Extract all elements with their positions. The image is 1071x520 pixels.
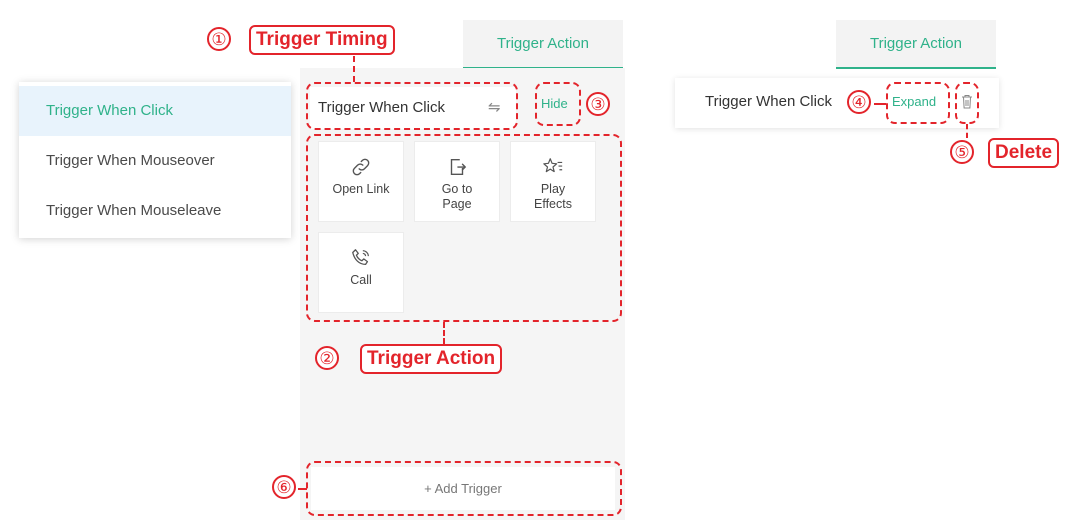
- callout-number-6: ⑥: [272, 475, 296, 499]
- callout-connector: [353, 56, 355, 82]
- callout-connector: [443, 322, 445, 344]
- menu-item-trigger-when-mouseover[interactable]: Trigger When Mouseover: [19, 136, 291, 186]
- callout-number-5: ⑤: [950, 140, 974, 164]
- highlight-add-trigger: [306, 461, 622, 516]
- callout-number-1: ①: [207, 27, 231, 51]
- callout-connector: [966, 124, 968, 138]
- highlight-hide: [535, 82, 581, 126]
- highlight-trigger-actions: [306, 134, 622, 322]
- highlight-delete: [955, 82, 979, 124]
- callout-trigger-action: Trigger Action: [360, 344, 503, 374]
- callout-number-3: ③: [586, 92, 610, 116]
- menu-item-trigger-when-click[interactable]: Trigger When Click: [19, 86, 291, 136]
- tab-trigger-action-collapsed[interactable]: Trigger Action: [836, 20, 996, 69]
- menu-item-trigger-when-mouseleave[interactable]: Trigger When Mouseleave: [19, 186, 291, 236]
- highlight-trigger-timing: [306, 82, 518, 130]
- callout-delete: Delete: [988, 138, 1060, 168]
- trigger-row-text: Trigger When Click: [705, 93, 832, 110]
- callout-connector: [874, 103, 886, 105]
- tab-trigger-action[interactable]: Trigger Action: [463, 20, 623, 69]
- highlight-expand: [886, 82, 950, 124]
- trigger-timing-menu: Trigger When Click Trigger When Mouseove…: [19, 82, 291, 238]
- callout-number-2: ②: [315, 346, 339, 370]
- callout-number-4: ④: [847, 90, 871, 114]
- callout-trigger-timing: Trigger Timing: [249, 25, 395, 55]
